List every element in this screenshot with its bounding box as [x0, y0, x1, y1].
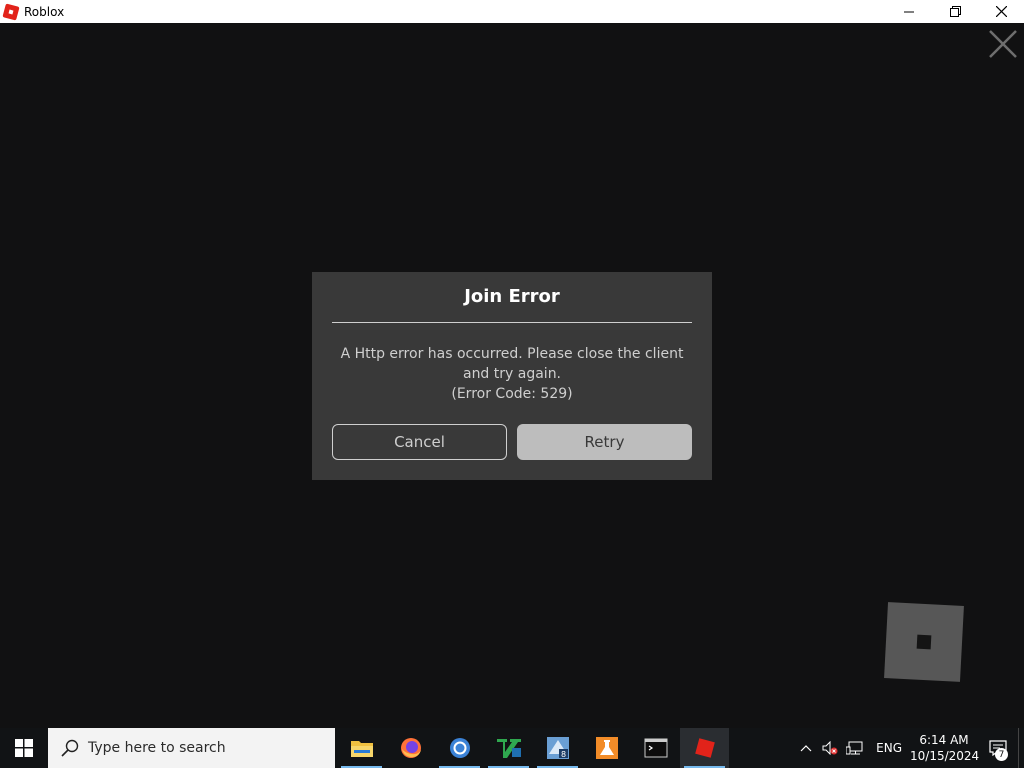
dialog-message-line: and try again.	[462, 366, 562, 382]
search-placeholder: Type here to search	[88, 740, 226, 756]
notification-count-badge: 7	[995, 748, 1008, 761]
taskbar-terminal[interactable]	[631, 728, 680, 768]
vim-icon	[496, 739, 521, 758]
roblox-loading-logo	[884, 602, 964, 682]
show-desktop-button[interactable]	[1018, 728, 1024, 768]
error-code: (Error Code: 529)	[451, 386, 573, 402]
close-icon	[995, 6, 1007, 17]
firefox-icon	[400, 738, 421, 758]
taskbar-search-box[interactable]: Type here to search	[48, 728, 335, 768]
tray-overflow-button[interactable]	[794, 728, 818, 768]
close-window-button[interactable]	[978, 0, 1024, 23]
minimize-icon	[904, 11, 914, 12]
clock-time: 6:14 AM	[919, 733, 969, 747]
search-icon	[61, 739, 79, 757]
clock[interactable]: 6:14 AM 10/15/2024	[910, 732, 980, 764]
start-button[interactable]	[0, 728, 48, 768]
restore-icon	[949, 6, 961, 17]
roblox-icon	[694, 738, 715, 758]
cancel-button[interactable]: Cancel	[332, 424, 507, 460]
game-close-button[interactable]	[987, 28, 1019, 60]
window-title-bar: Roblox	[0, 0, 1024, 23]
game-viewport: Join Error A Http error has occurred. Pl…	[0, 23, 1024, 728]
roblox-app-icon	[2, 2, 20, 21]
svg-text:8: 8	[561, 750, 566, 759]
dialog-divider	[332, 322, 692, 323]
taskbar-chrome[interactable]	[435, 728, 484, 768]
taskbar-lab-app[interactable]	[582, 728, 631, 768]
close-x-icon	[989, 30, 1017, 58]
action-center-button[interactable]: 7	[978, 728, 1018, 768]
network-icon	[846, 741, 863, 755]
window-controls	[886, 0, 1024, 23]
system-tray: ENG 6:14 AM 10/15/2024 7	[794, 728, 1024, 768]
dialog-message-line: A Http error has occurred. Please close …	[340, 346, 684, 362]
volume-muted-icon	[822, 741, 838, 755]
join-error-dialog: Join Error A Http error has occurred. Pl…	[312, 272, 712, 480]
network-button[interactable]	[842, 728, 868, 768]
dialog-title: Join Error	[464, 286, 560, 307]
taskbar-file-explorer[interactable]	[337, 728, 386, 768]
language-indicator[interactable]: ENG	[868, 728, 910, 768]
windows-logo-icon	[15, 739, 33, 757]
chrome-icon	[449, 738, 470, 758]
flask-icon	[595, 737, 618, 759]
roblox-logo-center	[916, 634, 932, 650]
app-icon: 8	[546, 737, 569, 759]
taskbar: Type here to search 8 ENG 6:14 AM 10/15/…	[0, 728, 1024, 768]
taskbar-firefox[interactable]	[386, 728, 435, 768]
window-title: Roblox	[24, 4, 65, 19]
folder-icon	[350, 741, 373, 757]
clock-date: 10/15/2024	[910, 749, 980, 763]
restore-button[interactable]	[932, 0, 978, 23]
taskbar-vim[interactable]	[484, 728, 533, 768]
volume-button[interactable]	[818, 728, 842, 768]
minimize-button[interactable]	[886, 0, 932, 23]
chevron-up-icon	[800, 745, 812, 752]
dialog-message: A Http error has occurred. Please close …	[332, 344, 692, 404]
taskbar-roblox[interactable]	[680, 728, 729, 768]
taskbar-apps: 8	[337, 728, 729, 768]
taskbar-app-5[interactable]: 8	[533, 728, 582, 768]
terminal-icon	[644, 738, 667, 758]
retry-button[interactable]: Retry	[517, 424, 692, 460]
